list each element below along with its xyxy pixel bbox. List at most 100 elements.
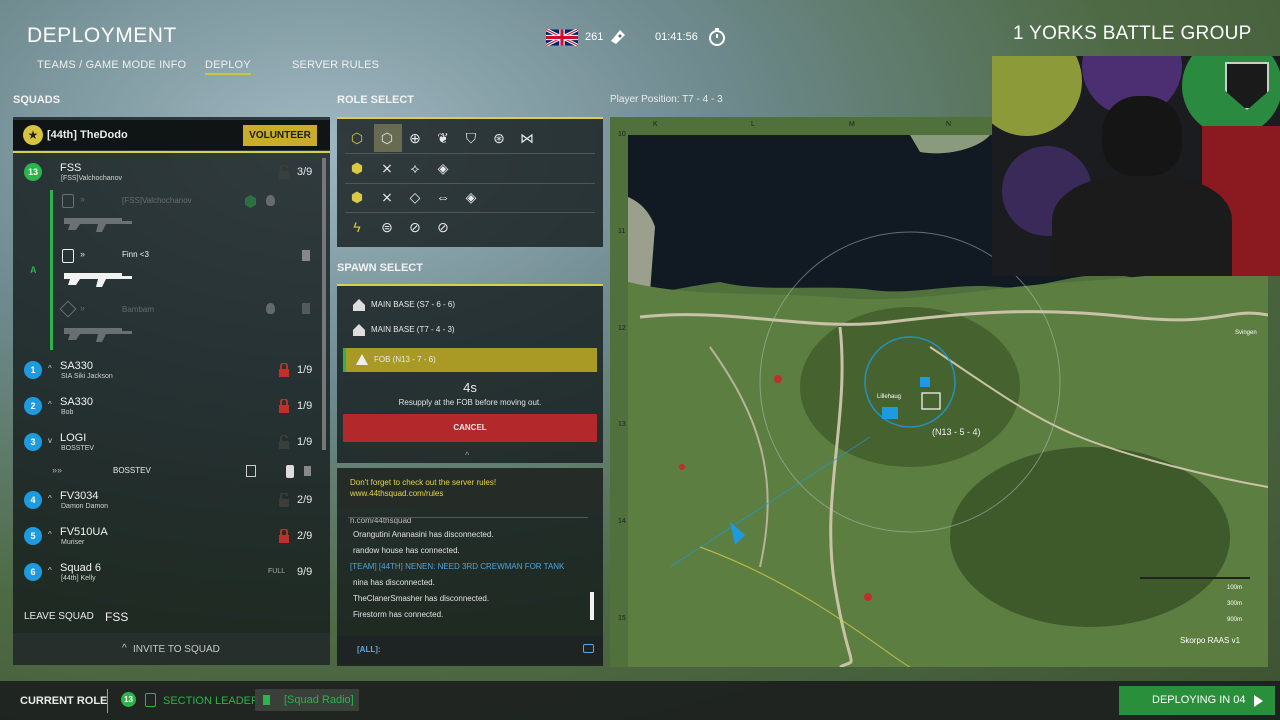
squad-number-badge: 6	[24, 563, 42, 581]
role-wings-icon[interactable]: ⋈	[517, 128, 537, 148]
squad-row-6[interactable]: 6 ^ Squad 6 [44th] Kelly FULL 9/9	[14, 558, 316, 588]
rifle-icon	[64, 273, 132, 287]
squad-count: 2/9	[297, 530, 313, 542]
squad-leader: Bob	[61, 409, 74, 416]
squad-row-fss[interactable]: 13 FSS [FSS]Valchochanov 3/9	[14, 158, 316, 188]
squad-row-5[interactable]: 5 ^ FV510UA Muriser 2/9	[14, 522, 316, 552]
spawn-message: Resupply at the FOB before moving out.	[398, 398, 542, 407]
squad-row-2[interactable]: 2 ^ SA330 Bob 1/9	[14, 392, 316, 422]
rifle-icon	[64, 218, 132, 232]
chat-bubble-icon[interactable]	[583, 644, 594, 653]
role-medic-icon[interactable]: ⬢	[347, 187, 367, 207]
deploy-button[interactable]: DEPLOYING IN 04	[1119, 686, 1275, 715]
squads-scrollbar[interactable]	[322, 158, 326, 450]
current-role-label: CURRENT ROLE	[20, 695, 108, 707]
player-card: ★ [44th] TheDodo VOLUNTEER	[13, 120, 330, 150]
rifle-icon	[64, 328, 132, 342]
spawn-label: MAIN BASE (S7 - 6 - 6)	[371, 300, 456, 309]
chevron-rank-icon: »»	[52, 465, 63, 475]
squad-leader: SIA Siki Jackson	[61, 373, 113, 380]
tab-teams-info[interactable]: TEAMS / GAME MODE INFO	[37, 59, 186, 71]
role-sapper-icon[interactable]: ◈	[461, 187, 481, 207]
role-at-icon[interactable]: ◇	[405, 187, 425, 207]
role-heavy-at-icon[interactable]: ⇔	[433, 187, 453, 207]
squads-divider	[13, 151, 330, 153]
grid-row-11: 11	[618, 228, 626, 235]
role-shield-icon[interactable]: ⛉	[461, 128, 481, 148]
chat-notice-box	[337, 468, 603, 508]
group-name: 1 YORKS BATTLE GROUP	[1013, 23, 1252, 44]
squad-number-badge: 13	[121, 692, 136, 707]
volunteer-button[interactable]: VOLUNTEER	[243, 125, 317, 146]
role-pilot-wings-icon[interactable]: ❦	[433, 128, 453, 148]
lock-icon	[279, 529, 289, 543]
chat-scrollbar[interactable]	[590, 592, 594, 620]
role-steering-wheel-icon[interactable]: ⊛	[489, 128, 509, 148]
radio-icon	[286, 465, 294, 478]
chat-line-team: [TEAM] [44TH] NENEN: NEED 3RD CREWMAN FO…	[350, 562, 565, 571]
squad-row-1[interactable]: 1 ^ SA330 SIA Siki Jackson 1/9	[14, 356, 316, 386]
role-row-divider	[345, 153, 595, 154]
spawn-option-fob[interactable]: FOB (N13 - 7 - 6)	[343, 348, 597, 372]
role-lightning-icon[interactable]: ϟ	[347, 217, 367, 237]
full-badge: FULL	[268, 568, 286, 575]
uk-flag-icon	[546, 29, 578, 46]
role-rifleman-icon[interactable]: ⬢	[347, 158, 367, 178]
role-shield-icon	[145, 693, 156, 707]
member-name: Finn <3	[122, 250, 149, 259]
role-grenadier-icon[interactable]: ◈	[433, 158, 453, 178]
role-crossed-rifles-icon[interactable]: ⨯	[377, 158, 397, 178]
role-engineer-icon[interactable]: ⟡	[405, 158, 425, 178]
footer-divider	[107, 689, 108, 713]
current-squad-name: FSS	[105, 610, 129, 624]
role-row-divider	[345, 212, 595, 213]
spawn-option-main-2[interactable]: MAIN BASE (T7 - 4 - 3)	[343, 319, 597, 341]
grid-row-15: 15	[618, 615, 626, 622]
role-squad-leader-icon[interactable]: ⬡	[347, 128, 367, 148]
role-disabled-icon[interactable]: ⊘	[405, 217, 425, 237]
spawn-option-main-1[interactable]: MAIN BASE (S7 - 6 - 6)	[343, 294, 597, 316]
member-row-2[interactable]: » Finn <3	[58, 245, 316, 295]
tab-deploy[interactable]: DEPLOY	[205, 59, 251, 75]
leader-hex-icon	[245, 195, 256, 208]
grid-row-10: 10	[618, 131, 626, 138]
chat-input[interactable]: [ALL]:	[337, 636, 603, 664]
tab-server-rules[interactable]: SERVER RULES	[292, 59, 379, 71]
chevron-up-icon: ^	[48, 494, 52, 503]
role-pen-icon[interactable]: ⊘	[433, 217, 453, 237]
radio-box[interactable]: [Squad Radio]	[255, 689, 359, 711]
play-arrow-icon	[1254, 695, 1263, 707]
grid-row-14: 14	[618, 518, 626, 525]
base-icon	[353, 299, 365, 311]
squad-row-4[interactable]: 4 ^ FV3034 Damon Damon 2/9	[14, 486, 316, 516]
invite-to-squad-button[interactable]: INVITE TO SQUAD	[133, 644, 220, 655]
star-icon: ★	[23, 125, 43, 145]
ticket-count: 261	[585, 31, 604, 43]
squad-name: FV510UA	[60, 526, 108, 538]
squad-name: SA330	[60, 396, 94, 408]
cancel-button[interactable]: CANCEL	[343, 414, 597, 442]
chat-notice-line-2[interactable]: www.44thsquad.com/rules	[350, 489, 443, 498]
role-section-leader-icon[interactable]: ⬡	[377, 128, 397, 148]
spawn-select-heading: SPAWN SELECT	[337, 262, 423, 274]
chevron-up-icon: ^	[122, 643, 127, 654]
collapse-chevron-icon[interactable]: ^	[465, 450, 469, 460]
squad-number-badge: 5	[24, 527, 42, 545]
squad-leader: Muriser	[61, 539, 85, 546]
member-row-3[interactable]: » Bambam	[58, 300, 316, 350]
squad-row-3[interactable]: 3 v LOGI BOSSTEV 1/9	[14, 428, 316, 458]
squads-heading: SQUADS	[13, 94, 61, 106]
logi-member-row[interactable]: »» BOSSTEV	[50, 462, 316, 482]
chat-line: TheClanerSmasher has disconnected.	[353, 594, 490, 603]
role-marksman-icon[interactable]: ⨯	[377, 187, 397, 207]
squad-count: 3/9	[297, 166, 313, 178]
role-crosshair-icon[interactable]: ⊕	[405, 128, 425, 148]
role-tank-icon[interactable]: ⊜	[377, 217, 397, 237]
squad-name: FV3034	[60, 490, 99, 502]
skull-icon	[266, 303, 275, 314]
scale-label: 900m	[1227, 617, 1243, 623]
leave-squad-button[interactable]: LEAVE SQUAD	[24, 611, 94, 622]
squad-name: LOGI	[60, 432, 87, 444]
member-row-1[interactable]: » [FSS]Valchochanov	[58, 190, 316, 240]
speaker-icon	[302, 303, 310, 314]
